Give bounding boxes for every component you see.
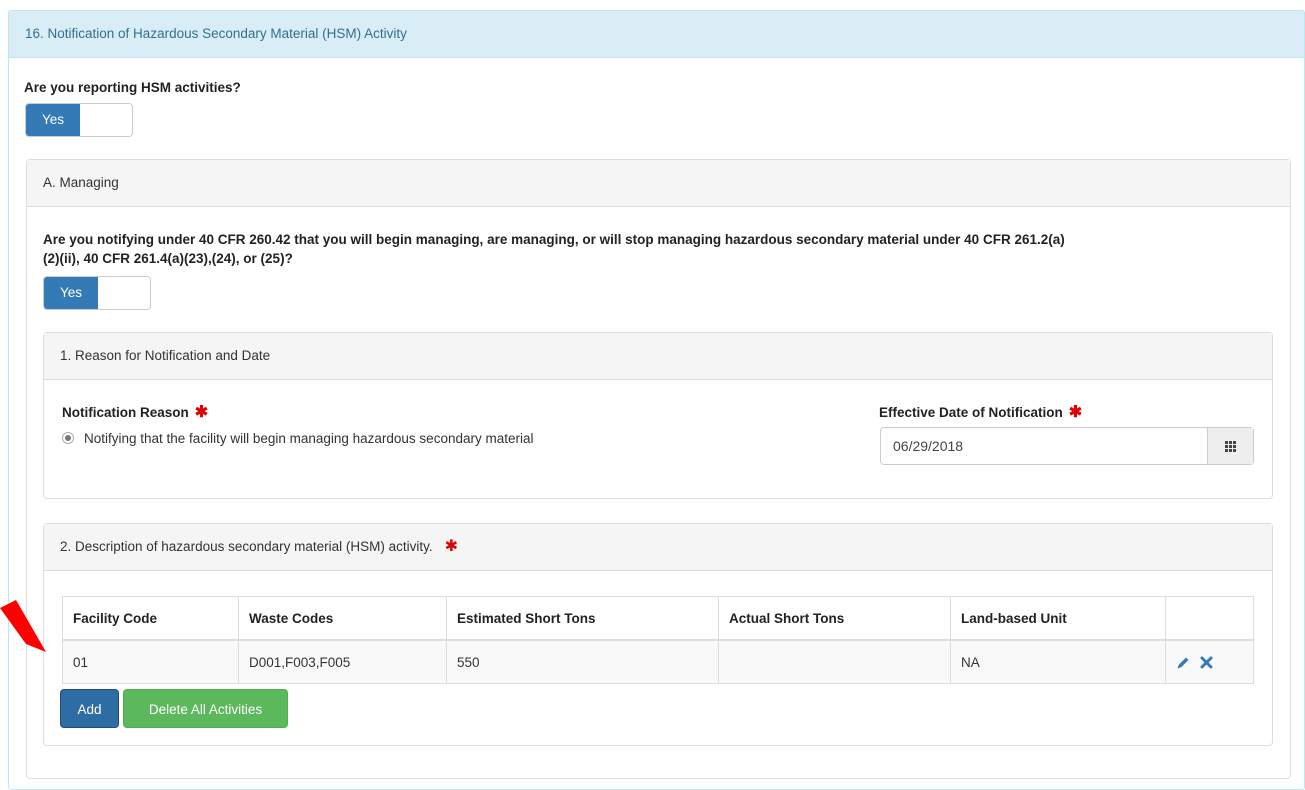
calendar-icon: [1225, 441, 1236, 452]
effective-date-label: Effective Date of Notification ✱: [879, 402, 1082, 422]
managing-question-line2: (2)(ii), 40 CFR 261.4(a)(23),(24), or (2…: [43, 251, 293, 266]
managing-toggle-yes: Yes: [44, 277, 98, 309]
hsm-toggle[interactable]: Yes: [25, 103, 133, 137]
close-icon[interactable]: [1200, 656, 1213, 669]
pencil-icon[interactable]: [1176, 656, 1190, 670]
col-estimated-short-tons: Estimated Short Tons: [446, 596, 719, 641]
required-icon: ✱: [1068, 404, 1083, 421]
managing-question-line1: Are you notifying under 40 CFR 260.42 th…: [43, 232, 1065, 247]
delete-all-button[interactable]: Delete All Activities: [123, 689, 288, 728]
notification-reason-label: Notification Reason ✱: [62, 402, 208, 422]
cell-land-unit: NA: [950, 639, 1166, 684]
cell-estimated: 550: [446, 639, 719, 684]
calendar-button[interactable]: [1207, 428, 1253, 464]
hsm-toggle-yes: Yes: [26, 104, 80, 136]
section-title: 16. Notification of Hazardous Secondary …: [9, 11, 1304, 58]
effective-date-text: Effective Date of Notification: [879, 405, 1063, 420]
reason-panel: 1. Reason for Notification and Date: [43, 332, 1273, 499]
managing-toggle[interactable]: Yes: [43, 276, 151, 310]
required-icon: ✱: [194, 404, 209, 421]
effective-date-input[interactable]: [881, 428, 1207, 464]
activity-panel-title: 2. Description of hazardous secondary ma…: [60, 539, 433, 554]
red-arrow-icon: [0, 600, 46, 652]
reason-option-label: Notifying that the facility will begin m…: [84, 431, 534, 446]
hsm-question-label: Are you reporting HSM activities?: [24, 80, 241, 95]
radio-selected-icon[interactable]: [62, 432, 74, 444]
activity-panel-heading: 2. Description of hazardous secondary ma…: [44, 524, 1272, 571]
col-actual-short-tons: Actual Short Tons: [718, 596, 951, 641]
col-waste-codes: Waste Codes: [238, 596, 447, 641]
col-actions: [1165, 596, 1254, 641]
reason-option[interactable]: Notifying that the facility will begin m…: [62, 431, 534, 446]
cell-actions: [1165, 639, 1254, 684]
table-header-row: Facility Code Waste Codes Estimated Shor…: [62, 596, 1254, 641]
cell-facility-code: 01: [62, 639, 239, 684]
cell-actual: [718, 639, 951, 684]
col-land-based-unit: Land-based Unit: [950, 596, 1166, 641]
notification-reason-text: Notification Reason: [62, 405, 189, 420]
activity-table: Facility Code Waste Codes Estimated Shor…: [62, 596, 1254, 684]
col-facility-code: Facility Code: [62, 596, 239, 641]
required-icon: ✱: [444, 538, 459, 555]
reason-panel-heading: 1. Reason for Notification and Date: [44, 333, 1272, 380]
table-row: 01 D001,F003,F005 550 NA: [62, 639, 1254, 684]
managing-heading: A. Managing: [27, 160, 1290, 207]
effective-date-group: [880, 427, 1254, 465]
add-button[interactable]: Add: [60, 689, 119, 728]
cell-waste-codes: D001,F003,F005: [238, 639, 447, 684]
